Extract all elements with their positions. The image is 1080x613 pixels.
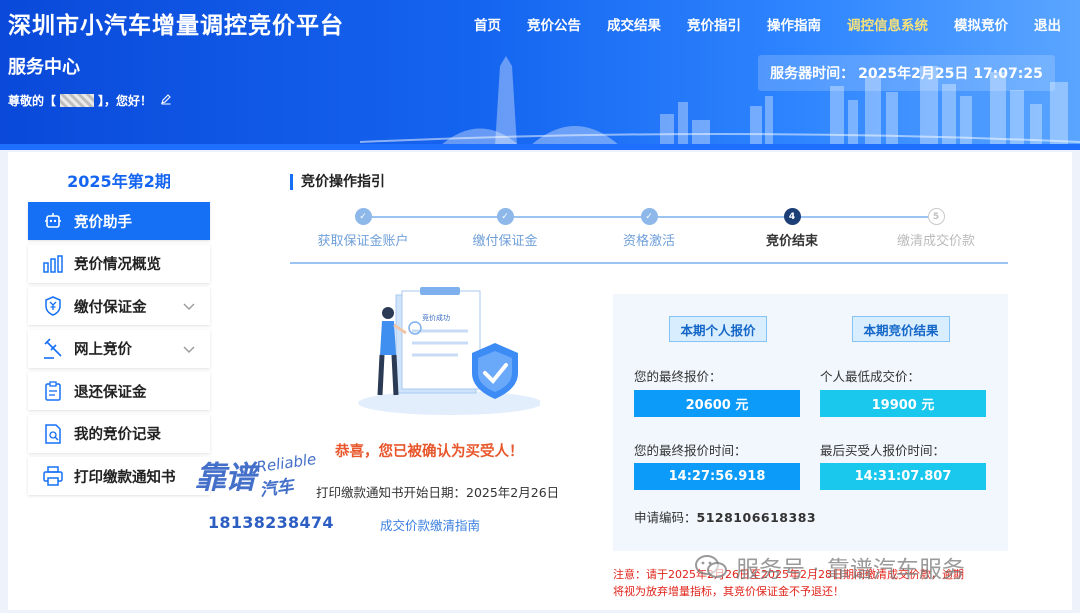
service-center-heading: 服务中心 xyxy=(8,57,80,78)
gavel-icon xyxy=(42,337,64,360)
nav-home[interactable]: 首页 xyxy=(461,14,514,34)
greeting-suffix: 】，您好！ xyxy=(98,94,153,108)
nav-bid-guide[interactable]: 竞价指引 xyxy=(674,14,754,34)
header-stripe xyxy=(0,144,1080,150)
city-skyline-illustration xyxy=(360,56,1080,146)
greeting-prefix: 尊敬的【 xyxy=(8,94,57,108)
sidebar-item-label: 打印缴款通知书 xyxy=(74,469,176,486)
steps-divider xyxy=(290,262,1008,264)
robot-icon xyxy=(42,210,64,232)
deal-payment-guide-link[interactable]: 成交价款缴清指南 xyxy=(380,515,480,534)
application-code: 申请编码：5128106618383 xyxy=(634,507,816,526)
brand-watermark-side: Reliable 汽车 xyxy=(255,450,321,501)
sidebar-item-label: 竞价情况概览 xyxy=(74,257,161,273)
final-bid-label: 您的最终报价： xyxy=(634,369,722,384)
step-label: 资格激活 xyxy=(622,234,675,249)
application-code-label: 申请编码： xyxy=(634,510,697,525)
application-code-value: 5128106618383 xyxy=(696,510,817,525)
bid-success-illustration: 竞价成功 xyxy=(358,287,540,415)
step-number: 4 xyxy=(783,208,801,225)
brand-watermark-big: 靠谱 xyxy=(195,460,256,496)
sidebar-item-bid-overview[interactable]: 竞价情况概览 xyxy=(28,244,210,283)
step-qualification-activation: ✓ 资格激活 xyxy=(574,208,724,249)
masked-username xyxy=(60,94,95,107)
step-bid-ended: 4 竞价结束 xyxy=(717,208,867,249)
print-start-date: 打印缴款通知书开始日期：2025年2月26日 xyxy=(316,485,560,500)
nav-deal-results[interactable]: 成交结果 xyxy=(594,14,674,34)
final-bid-value: 20600 元 xyxy=(634,390,800,417)
step-label: 缴付保证金 xyxy=(472,234,538,249)
sidebar-item-online-bid[interactable]: 网上竞价 xyxy=(28,329,210,368)
step-pay-deal-price: 5 缴清成交价款 xyxy=(861,208,1011,249)
sidebar-item-pay-deposit[interactable]: 缴付保证金 xyxy=(28,287,210,325)
step-label: 竞价结束 xyxy=(765,234,818,249)
sidebar-item-label: 竞价助手 xyxy=(74,214,132,231)
bar-chart-icon xyxy=(42,253,64,275)
sidebar-item-label: 缴付保证金 xyxy=(74,299,147,316)
personal-bid-tag: 本期个人报价 xyxy=(669,316,767,342)
wechat-icon xyxy=(695,555,727,578)
step-pay-deposit: ✓ 缴付保证金 xyxy=(430,208,580,249)
lowest-deal-value: 19900 元 xyxy=(820,390,986,417)
sidebar-item-refund-deposit[interactable]: 退还保证金 xyxy=(28,372,210,410)
last-buyer-time-value: 14:31:07.807 xyxy=(820,463,986,490)
sidebar-item-label: 网上竞价 xyxy=(74,342,132,358)
site-title: 深圳市小汽车增量调控竞价平台 xyxy=(8,13,344,39)
nav-operation-guide[interactable]: 操作指南 xyxy=(754,14,834,34)
nav-logout[interactable]: 退出 xyxy=(1021,14,1074,34)
step-number: 5 xyxy=(927,208,945,225)
wechat-watermark: 服务号 · 靠谱汽车服务 xyxy=(694,550,965,584)
notice-line-2: 将视为放弃增量指标，其竞价保证金不予退还！ xyxy=(613,585,844,598)
sidebar-item-label: 退还保证金 xyxy=(74,384,147,401)
document-search-icon xyxy=(42,423,64,445)
user-greeting: 尊敬的【 】，您好！ xyxy=(8,92,172,109)
lowest-deal-label: 个人最低成交价： xyxy=(820,369,921,384)
step-done-check-icon: ✓ xyxy=(354,208,372,225)
sidebar-menu: 竞价助手 竞价情况概览 缴付保证金 网上竞价 退还保证金 我的竞价记录 打印缴款… xyxy=(28,202,210,500)
congrats-message: 恭喜，您已被确认为买受人！ xyxy=(335,444,524,460)
clipboard-icon xyxy=(42,380,64,402)
chevron-down-icon[interactable] xyxy=(182,342,196,356)
sidebar-item-my-bid-records[interactable]: 我的竞价记录 xyxy=(28,414,210,453)
nav-control-info-system[interactable]: 调控信息系统 xyxy=(834,14,941,34)
step-done-check-icon: ✓ xyxy=(640,208,658,225)
step-get-deposit-account: ✓ 获取保证金账户 xyxy=(288,208,438,249)
chevron-down-icon[interactable] xyxy=(182,299,196,313)
step-done-check-icon: ✓ xyxy=(496,208,514,225)
wechat-watermark-text: 服务号 · 靠谱汽车服务 xyxy=(736,557,965,583)
bid-period: 2025年第2期 xyxy=(67,172,171,191)
nav-bid-announcement[interactable]: 竞价公告 xyxy=(514,14,594,34)
final-bid-time-value: 14:27:56.918 xyxy=(634,463,800,490)
header-banner: 深圳市小汽车增量调控竞价平台 首页 竞价公告 成交结果 竞价指引 操作指南 调控… xyxy=(0,0,1080,150)
final-bid-time-label: 您的最终报价时间： xyxy=(634,443,747,458)
brand-watermark: 靠谱 Reliable 汽车 xyxy=(195,450,318,501)
edit-icon[interactable] xyxy=(160,93,172,108)
sidebar-item-bid-assistant[interactable]: 竞价助手 xyxy=(28,202,210,240)
step-label: 缴清成交价款 xyxy=(896,234,975,249)
progress-steps: ✓ 获取保证金账户 ✓ 缴付保证金 ✓ 资格激活 4 竞价结束 5 缴清成交价款 xyxy=(290,206,1008,264)
illustration-caption: 竞价成功 xyxy=(422,313,450,322)
nav-mock-bid[interactable]: 模拟竞价 xyxy=(941,14,1021,34)
sidebar-item-label: 我的竞价记录 xyxy=(74,427,161,443)
top-nav: 首页 竞价公告 成交结果 竞价指引 操作指南 调控信息系统 模拟竞价 退出 xyxy=(461,14,1074,34)
last-buyer-time-label: 最后买受人报价时间： xyxy=(820,443,946,458)
section-title: 竞价操作指引 xyxy=(290,174,385,190)
shield-yen-icon xyxy=(42,295,64,317)
step-label: 获取保证金账户 xyxy=(317,234,409,249)
bid-result-tag: 本期竞价结果 xyxy=(852,316,950,342)
phone-watermark: 18138238474 xyxy=(208,513,334,532)
sidebar-item-print-notice[interactable]: 打印缴款通知书 xyxy=(28,457,210,495)
printer-icon xyxy=(42,465,64,487)
